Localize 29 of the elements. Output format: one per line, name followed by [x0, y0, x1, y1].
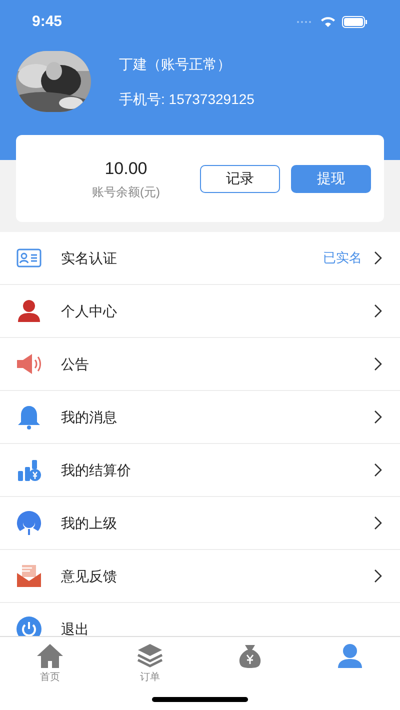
menu-label: 我的上级 — [61, 514, 117, 532]
menu-value: 已实名 — [323, 249, 362, 268]
menu-label: 我的消息 — [61, 408, 117, 426]
wifi-icon — [320, 16, 336, 28]
home-icon — [36, 643, 64, 669]
bell-icon — [16, 404, 42, 430]
menu-label: 公告 — [61, 354, 89, 374]
envelope-icon — [16, 563, 42, 589]
balance-label: 账号余额(元) — [92, 184, 160, 202]
user-name: 丁建（账号正常） — [119, 54, 232, 74]
status-time: 9:45 — [32, 12, 62, 32]
balance-amount: 10.00 — [104, 158, 148, 180]
speaker-icon — [16, 351, 42, 377]
menu-label: 我的结算价 — [61, 460, 131, 480]
menu-label: 个人中心 — [61, 302, 117, 320]
menu-label: 退出 — [61, 620, 89, 636]
tab-item[interactable]: 订单 — [100, 637, 200, 685]
phone-number: 手机号: 15737329125 — [119, 90, 254, 108]
layers-icon — [136, 643, 164, 669]
person-icon — [336, 643, 364, 669]
user-circle-icon — [16, 510, 42, 536]
person-icon — [16, 298, 42, 324]
battery-icon — [342, 16, 368, 28]
menu-label: 实名认证 — [61, 248, 117, 268]
coin-chart-icon — [16, 457, 42, 483]
tab-item[interactable]: 首页 — [0, 637, 100, 685]
menu-label: 意见反馈 — [61, 566, 117, 586]
records-button[interactable]: 记录 — [200, 164, 280, 192]
signal-icon — [296, 20, 314, 24]
